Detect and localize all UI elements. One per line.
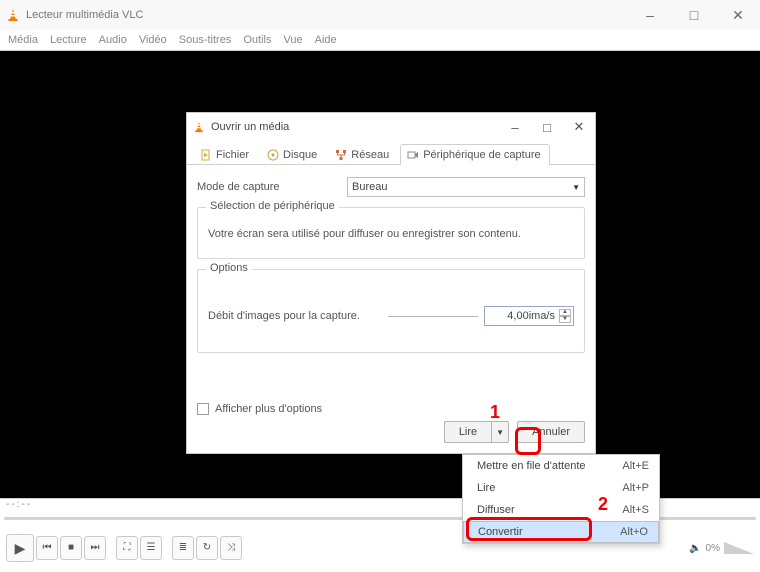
playlist-button[interactable]: ≣ (172, 536, 194, 560)
menu-item-label: Convertir (478, 526, 523, 538)
volume-icon: 🔈 (689, 543, 701, 554)
tab-disc-label: Disque (283, 149, 317, 161)
menu-item-shortcut: Alt+O (620, 526, 648, 538)
capture-mode-label: Mode de capture (197, 181, 347, 193)
menu-video[interactable]: Vidéo (139, 34, 167, 46)
tab-network[interactable]: Réseau (328, 144, 398, 165)
menu-media[interactable]: Média (8, 34, 38, 46)
menu-item-convert[interactable]: Convertir Alt+O (463, 521, 659, 543)
device-selection-legend: Sélection de périphérique (206, 200, 339, 212)
menu-item-play[interactable]: Lire Alt+P (463, 477, 659, 499)
tab-capture-label: Périphérique de capture (423, 149, 540, 161)
device-selection-group: Sélection de périphérique Votre écran se… (197, 207, 585, 259)
spinner-buttons[interactable]: ▲▼ (559, 309, 571, 323)
menu-vue[interactable]: Vue (283, 34, 302, 46)
open-media-dialog: Ouvrir un média – □ ✕ Fichier Disque Rés… (186, 112, 596, 454)
app-title: Lecteur multimédia VLC (26, 9, 143, 21)
menu-item-label: Diffuser (477, 504, 515, 516)
dialog-body: Mode de capture Bureau ▼ Sélection de pé… (187, 165, 595, 363)
capture-mode-row: Mode de capture Bureau ▼ (197, 177, 585, 197)
cancel-button[interactable]: Annuler (517, 421, 585, 443)
stop-button[interactable]: ■ (60, 536, 82, 560)
dialog-close-button[interactable]: ✕ (563, 114, 595, 140)
show-more-options-label: Afficher plus d'options (215, 403, 322, 415)
shuffle-button[interactable]: ⤨ (220, 536, 242, 560)
frame-rate-label: Débit d'images pour la capture. (208, 310, 388, 322)
chevron-down-icon: ▼ (572, 183, 580, 192)
menubar: Média Lecture Audio Vidéo Sous-titres Ou… (0, 30, 760, 50)
volume-control[interactable]: 🔈 0% (689, 542, 754, 554)
maximize-button[interactable]: □ (672, 0, 716, 30)
options-legend: Options (206, 262, 252, 274)
menu-lecture[interactable]: Lecture (50, 34, 87, 46)
dialog-titlebar: Ouvrir un média – □ ✕ (187, 113, 595, 141)
menu-item-label: Lire (477, 482, 495, 494)
main-titlebar: Lecteur multimédia VLC – □ ✕ (0, 0, 760, 30)
tab-capture[interactable]: Périphérique de capture (400, 144, 549, 165)
file-icon (200, 149, 212, 161)
menu-item-stream[interactable]: Diffuser Alt+S (463, 499, 659, 521)
menu-sous-titres[interactable]: Sous-titres (179, 34, 232, 46)
vlc-cone-icon (193, 121, 205, 133)
capture-icon (407, 149, 419, 161)
menu-item-shortcut: Alt+S (622, 504, 649, 516)
dialog-tabs: Fichier Disque Réseau Périphérique de ca… (187, 143, 595, 165)
vlc-cone-icon (6, 8, 20, 22)
frame-rate-value: 4,00ima/s (507, 310, 555, 322)
menu-item-shortcut: Alt+P (622, 482, 649, 494)
menu-aide[interactable]: Aide (315, 34, 337, 46)
window-controls: – □ ✕ (628, 0, 760, 30)
volume-value: 0% (706, 543, 720, 554)
ext-settings-button[interactable]: ☰ (140, 536, 162, 560)
dialog-footer: Afficher plus d'options Lire ▼ Annuler (187, 397, 595, 453)
checkbox-icon (197, 403, 209, 415)
menu-outils[interactable]: Outils (243, 34, 271, 46)
frame-rate-input[interactable]: 4,00ima/s ▲▼ (484, 306, 574, 326)
loop-button[interactable]: ↻ (196, 536, 218, 560)
tab-file-label: Fichier (216, 149, 249, 161)
cancel-button-label: Annuler (532, 426, 570, 438)
play-button[interactable]: ▶ (6, 534, 34, 562)
tab-disc[interactable]: Disque (260, 144, 326, 165)
dialog-title: Ouvrir un média (211, 121, 289, 133)
play-button[interactable]: Lire (444, 421, 492, 443)
minimize-button[interactable]: – (628, 0, 672, 30)
play-dropdown-button[interactable]: ▼ (492, 421, 509, 443)
next-button[interactable]: ⏭ (84, 536, 106, 560)
prev-button[interactable]: ⏮ (36, 536, 58, 560)
volume-slider-icon[interactable] (724, 542, 754, 554)
menu-audio[interactable]: Audio (99, 34, 127, 46)
play-dropdown-menu: Mettre en file d'attente Alt+E Lire Alt+… (462, 454, 660, 544)
dialog-minimize-button[interactable]: – (499, 114, 531, 140)
device-selection-text: Votre écran sera utilisé pour diffuser o… (208, 228, 574, 240)
menu-item-enqueue[interactable]: Mettre en file d'attente Alt+E (463, 455, 659, 477)
dialog-button-bar: Lire ▼ Annuler (444, 421, 585, 443)
show-more-options-checkbox[interactable]: Afficher plus d'options (197, 403, 322, 415)
chevron-down-icon: ▼ (496, 428, 504, 437)
frame-rate-row: Débit d'images pour la capture. 4,00ima/… (208, 306, 574, 326)
menu-item-shortcut: Alt+E (622, 460, 649, 472)
network-icon (335, 149, 347, 161)
tab-file[interactable]: Fichier (193, 144, 258, 165)
tab-network-label: Réseau (351, 149, 389, 161)
dialog-maximize-button[interactable]: □ (531, 114, 563, 140)
menu-item-label: Mettre en file d'attente (477, 460, 586, 472)
dialog-window-controls: – □ ✕ (499, 114, 595, 140)
close-button[interactable]: ✕ (716, 0, 760, 30)
play-button-label: Lire (459, 426, 477, 438)
options-group: Options Débit d'images pour la capture. … (197, 269, 585, 353)
fullscreen-button[interactable]: ⛶ (116, 536, 138, 560)
disc-icon (267, 149, 279, 161)
capture-mode-value: Bureau (352, 181, 387, 193)
capture-mode-select[interactable]: Bureau ▼ (347, 177, 585, 197)
